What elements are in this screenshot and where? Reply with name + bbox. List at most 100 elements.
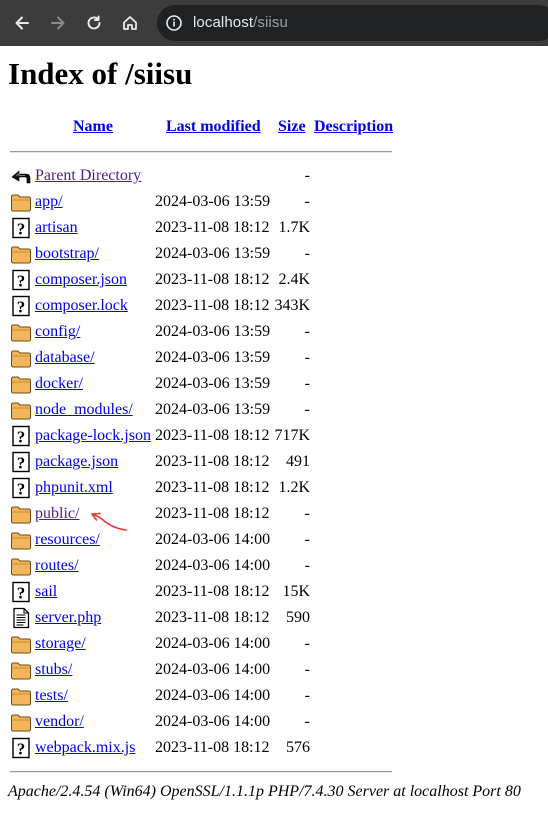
last-modified-cell: 2024-03-06 14:00 [155,531,271,548]
folder-icon [11,402,31,420]
sort-by-size-link[interactable]: Size [278,118,306,136]
folder-icon [11,350,31,368]
size-cell: - [304,245,310,262]
size-cell: - [304,505,310,522]
file-link[interactable]: composer.json [35,271,127,289]
svg-text:?: ? [17,480,26,499]
file-row: docker/2024-03-06 13:59 - [0,371,548,397]
file-link[interactable]: routes/ [35,557,79,575]
last-modified-cell: 2024-03-06 13:59 [155,375,271,392]
svg-text:?: ? [17,454,26,473]
site-info-icon[interactable] [165,14,183,32]
file-link[interactable]: storage/ [35,635,86,653]
file-link[interactable]: bootstrap/ [35,245,99,263]
file-link[interactable]: tests/ [35,687,68,705]
file-link[interactable]: server.php [35,609,101,627]
file-row: server.php 2023-11-08 18:12 590 [0,605,548,631]
svg-text:?: ? [17,584,26,603]
reload-button[interactable] [81,10,107,36]
size-cell: 343K [274,297,310,314]
file-link[interactable]: public/ [35,505,79,523]
file-link[interactable]: database/ [35,349,95,367]
address-text[interactable]: localhost/siisu [193,14,288,31]
page-title: Index of /siisu [8,56,193,91]
file-link[interactable]: package.json [35,453,118,471]
sort-by-last-modified-link[interactable]: Last modified [166,118,261,136]
folder-icon [11,636,31,654]
file-row: config/2024-03-06 13:59 - [0,319,548,345]
file-link[interactable]: node_modules/ [35,401,133,419]
file-row: routes/2024-03-06 14:00 - [0,553,548,579]
file-row: ? package.json 2023-11-08 18:12 491 [0,449,548,475]
folder-icon [11,324,31,342]
file-row: database/2024-03-06 13:59 - [0,345,548,371]
address-bar[interactable]: localhost/siisu [157,5,548,41]
forward-button[interactable] [45,10,71,36]
back-arrow-icon [11,170,31,184]
parent-size: - [304,167,310,184]
sort-by-description-link[interactable]: Description [314,118,393,136]
file-row: storage/2024-03-06 14:00 - [0,631,548,657]
back-button[interactable] [9,10,35,36]
file-row: tests/2024-03-06 14:00 - [0,683,548,709]
server-signature: Apache/2.4.54 (Win64) OpenSSL/1.1.1p PHP… [8,783,521,800]
unknown-file-icon: ? [12,737,30,759]
size-cell: 491 [286,453,310,470]
folder-icon [11,714,31,732]
file-row: public/2023-11-08 18:12 - [0,501,548,527]
size-cell: - [304,713,310,730]
unknown-file-icon: ? [12,295,30,317]
file-link[interactable]: app/ [35,193,63,211]
size-cell: - [304,635,310,652]
file-link[interactable]: phpunit.xml [35,479,113,497]
size-cell: - [304,661,310,678]
header-divider [10,151,392,153]
size-cell: 1.7K [278,219,310,236]
home-button[interactable] [117,10,143,36]
last-modified-cell: 2024-03-06 14:00 [155,687,271,704]
unknown-file-icon: ? [12,581,30,603]
unknown-file-icon: ? [12,425,30,447]
unknown-file-icon: ? [12,217,30,239]
home-icon [123,16,137,30]
file-row: resources/2024-03-06 14:00- [0,527,548,553]
unknown-file-icon: ? [12,269,30,291]
file-link[interactable]: sail [35,583,57,601]
folder-icon [11,246,31,264]
folder-icon [11,532,31,550]
last-modified-cell: 2024-03-06 14:00 [155,661,271,678]
file-row: app/2024-03-06 13:59 - [0,189,548,215]
svg-text:?: ? [17,220,26,239]
last-modified-cell: 2024-03-06 13:59 [155,245,271,262]
size-cell: - [304,323,310,340]
size-cell: 15K [282,583,310,600]
parent-directory-link[interactable]: Parent Directory [35,167,141,185]
file-row: ? composer.lock 2023-11-08 18:12 343K [0,293,548,319]
size-cell: 576 [286,739,310,756]
file-link[interactable]: stubs/ [35,661,72,679]
last-modified-cell: 2023-11-08 18:12 [155,739,270,756]
file-link[interactable]: docker/ [35,375,83,393]
svg-text:?: ? [17,298,26,317]
last-modified-cell: 2023-11-08 18:12 [155,479,270,496]
folder-icon [11,194,31,212]
file-link[interactable]: config/ [35,323,80,341]
file-link[interactable]: package-lock.json [35,427,151,445]
size-cell: 2.4K [278,271,310,288]
sort-by-name-link[interactable]: Name [73,118,113,136]
file-link[interactable]: artisan [35,219,78,237]
svg-text:?: ? [17,272,26,291]
forward-arrow-icon [51,16,65,30]
file-link[interactable]: composer.lock [35,297,128,315]
last-modified-cell: 2024-03-06 13:59 [155,349,271,366]
last-modified-cell: 2023-11-08 18:12 [155,453,270,470]
parent-directory-row: Parent Directory - [0,163,548,189]
file-link[interactable]: webpack.mix.js [35,739,135,757]
text-file-icon [13,607,30,629]
size-cell: 590 [286,609,310,626]
file-row: ? artisan 2023-11-08 18:12 1.7K [0,215,548,241]
file-link[interactable]: vendor/ [35,713,84,731]
file-row: ? composer.json 2023-11-08 18:12 2.4K [0,267,548,293]
last-modified-cell: 2023-11-08 18:12 [155,583,270,600]
last-modified-cell: 2024-03-06 14:00 [155,635,271,652]
